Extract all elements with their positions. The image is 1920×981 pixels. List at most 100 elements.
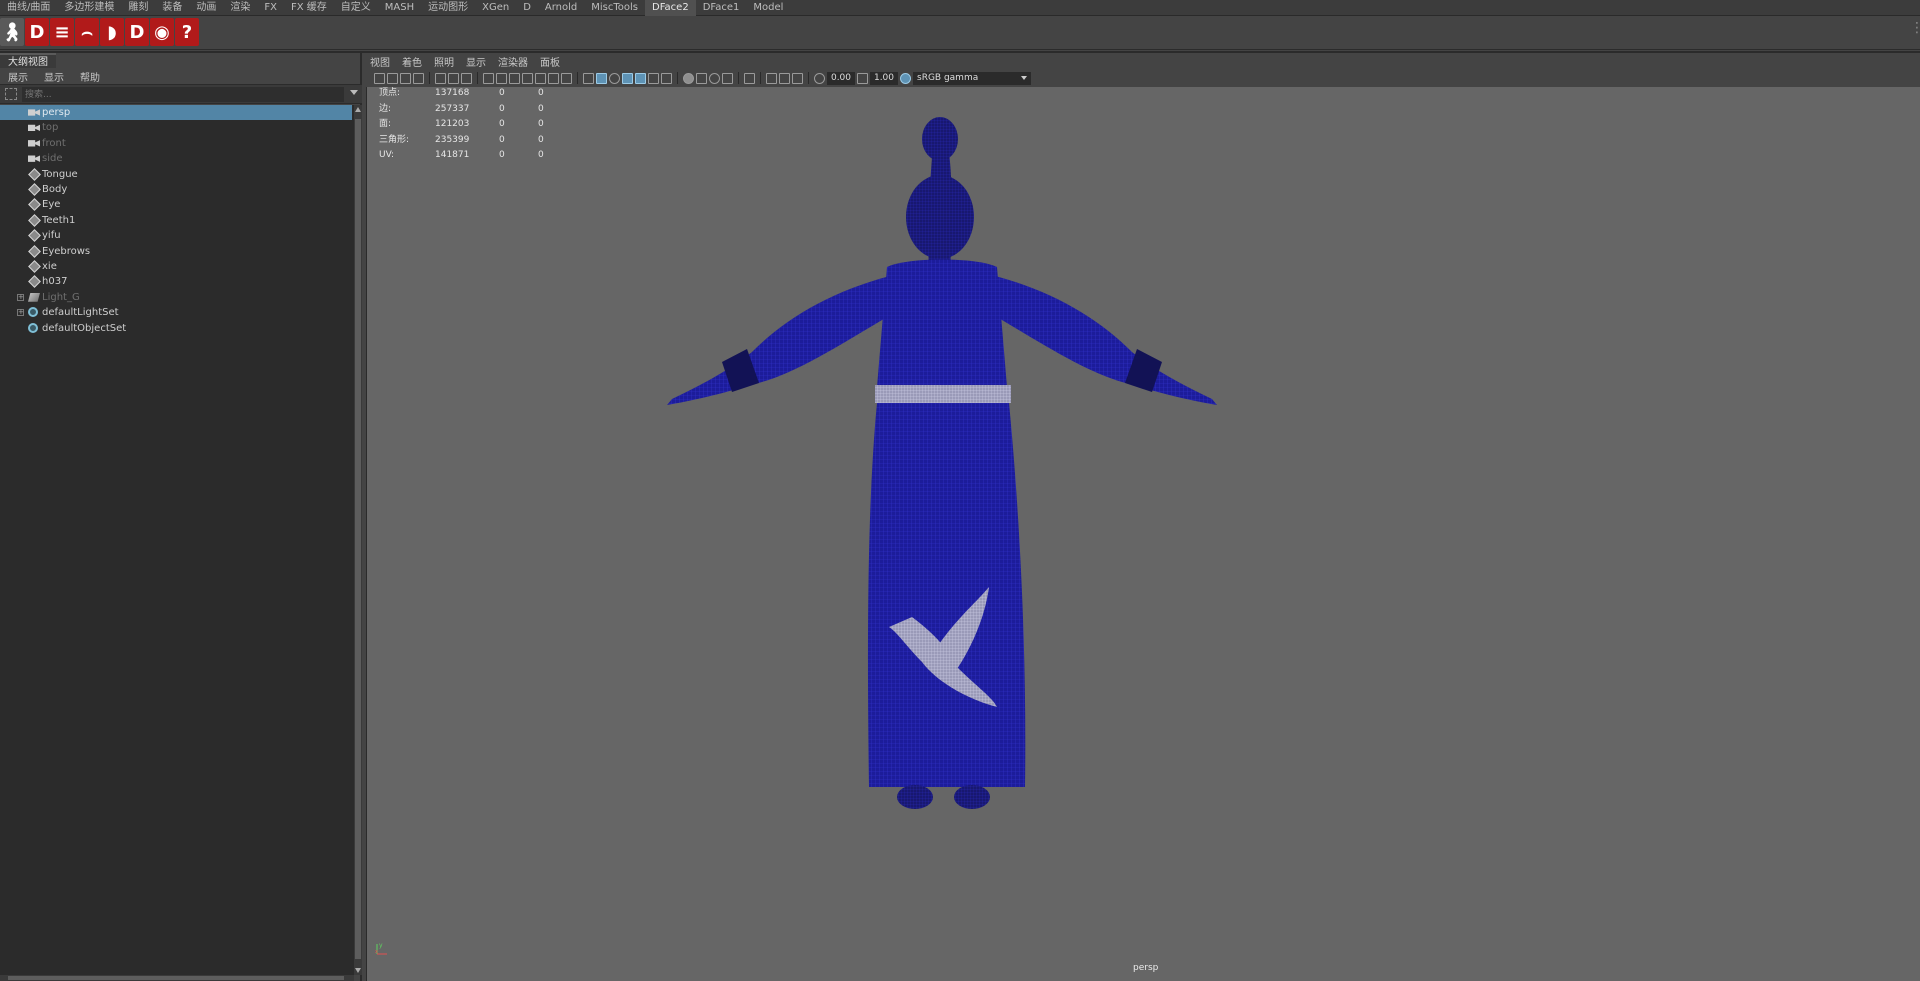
gate-mask-icon[interactable]	[522, 72, 533, 84]
shelf-tab[interactable]: Arnold	[538, 0, 584, 16]
outliner-item-tongue[interactable]: Tongue	[0, 167, 352, 182]
shelf-tab[interactable]: 雕刻	[121, 0, 155, 16]
grease-pencil-icon[interactable]	[435, 72, 446, 84]
help-icon[interactable]: ?	[175, 18, 199, 46]
shelf-tab[interactable]: 曲线/曲面	[0, 0, 57, 16]
shadows-icon[interactable]	[661, 72, 672, 84]
shelf-tab[interactable]: MASH	[378, 0, 421, 16]
outliner-item-teeth1[interactable]: Teeth1	[0, 213, 352, 228]
anti-aliasing-icon[interactable]	[709, 72, 720, 84]
outliner-item-body[interactable]: Body	[0, 182, 352, 197]
shelf-tab[interactable]: 装备	[155, 0, 189, 16]
color-management-icon[interactable]	[900, 72, 911, 84]
scroll-thumb[interactable]	[355, 119, 361, 959]
outliner-item-side[interactable]: side	[0, 151, 352, 166]
shelf-tab[interactable]: D	[516, 0, 538, 16]
textured-icon[interactable]	[635, 72, 646, 84]
lips-icon[interactable]: ◗	[100, 18, 124, 46]
outliner-item-xie[interactable]: xie	[0, 259, 352, 274]
shelf-tab[interactable]: 运动图形	[421, 0, 475, 16]
outliner-item-front[interactable]: front	[0, 136, 352, 151]
grid-icon[interactable]	[483, 72, 494, 84]
outliner-item-label: side	[42, 153, 63, 165]
smooth-shade-icon[interactable]	[596, 72, 607, 84]
scroll-up-icon[interactable]	[355, 107, 361, 112]
safe-title-icon[interactable]	[561, 72, 572, 84]
shelf-tab[interactable]: FX 缓存	[284, 0, 334, 16]
select-icon[interactable]	[5, 88, 17, 100]
shelf-tab[interactable]: Model	[746, 0, 790, 16]
film-gate-icon[interactable]	[496, 72, 507, 84]
default-material-icon[interactable]	[609, 72, 620, 84]
scroll-down-icon[interactable]	[355, 968, 361, 973]
exposure-icon[interactable]	[814, 72, 825, 84]
d-mouth-icon[interactable]: D	[125, 18, 149, 46]
shelf-tab[interactable]: DFace2	[645, 0, 696, 16]
outliner-item-h037[interactable]: h037	[0, 274, 352, 289]
viewport-menu-item[interactable]: 显示	[460, 54, 492, 69]
depth-of-field-icon[interactable]	[722, 72, 733, 84]
outliner-menu-item[interactable]: 帮助	[72, 69, 108, 84]
outliner-item-defaultlightset[interactable]: + defaultLightSet	[0, 305, 352, 320]
outliner-item-yifu[interactable]: yifu	[0, 228, 352, 243]
shelf-tab[interactable]: 多边形建模	[57, 0, 121, 16]
lines-icon[interactable]: ≡	[50, 18, 74, 46]
bookmark-icon[interactable]	[400, 72, 411, 84]
outliner-vertical-scrollbar[interactable]	[354, 105, 362, 975]
shelf-tab[interactable]: 自定义	[334, 0, 378, 16]
shelf-tab[interactable]: 渲染	[223, 0, 257, 16]
wireframe-on-shaded-icon[interactable]	[622, 72, 633, 84]
viewport-menu-item[interactable]: 面板	[534, 54, 566, 69]
motion-blur-icon[interactable]	[696, 72, 707, 84]
shelf-tab[interactable]: DFace1	[696, 0, 747, 16]
outliner-item-defaultobjectset[interactable]: defaultObjectSet	[0, 321, 352, 336]
curve-icon[interactable]: ⌢	[75, 18, 99, 46]
d-logo-icon[interactable]: D	[25, 18, 49, 46]
shelf-tab[interactable]: MiscTools	[584, 0, 645, 16]
viewport-menu-item[interactable]: 渲染器	[492, 54, 534, 69]
camera-attributes-icon[interactable]	[387, 72, 398, 84]
shelf-tab[interactable]: FX	[257, 0, 284, 16]
chevron-down-icon[interactable]	[350, 90, 358, 95]
viewport-menu-item[interactable]: 着色	[396, 54, 428, 69]
outliner-item-top[interactable]: top	[0, 120, 352, 135]
xray-joints-icon[interactable]	[779, 72, 790, 84]
color-space-select[interactable]: sRGB gamma	[913, 71, 1031, 85]
expand-icon[interactable]: +	[17, 293, 24, 301]
viewport-menu-item[interactable]: 视图	[364, 54, 396, 69]
outliner-menu-item[interactable]: 显示	[36, 69, 72, 84]
3d-viewport[interactable]: 顶点: 137168 0 0 边: 257337 0 0 面: 121203 0 0 三角形: 23539…	[366, 87, 1920, 981]
gamma-icon[interactable]	[857, 72, 868, 84]
viewport-menu-item[interactable]: 照明	[428, 54, 460, 69]
shelf-scroll-handle[interactable]: ⋮	[1910, 20, 1920, 46]
xray-icon[interactable]	[766, 72, 777, 84]
xray-active-icon[interactable]	[792, 72, 803, 84]
gamma-field[interactable]: 1.00	[870, 71, 898, 85]
resolution-gate-icon[interactable]	[509, 72, 520, 84]
search-input[interactable]	[22, 87, 344, 102]
safe-action-icon[interactable]	[548, 72, 559, 84]
outliner-item-light-g[interactable]: + Light_G	[0, 290, 352, 305]
scroll-thumb[interactable]	[8, 976, 344, 980]
d-badge-icon[interactable]: ◉	[150, 18, 174, 46]
use-lights-icon[interactable]	[648, 72, 659, 84]
shelf-tab[interactable]: 动画	[189, 0, 223, 16]
pen-icon[interactable]	[461, 72, 472, 84]
image-plane-icon[interactable]	[413, 72, 424, 84]
screen-space-ao-icon[interactable]	[683, 72, 694, 84]
exposure-field[interactable]: 0.00	[827, 71, 855, 85]
field-chart-icon[interactable]	[535, 72, 546, 84]
outliner-item-eyebrows[interactable]: Eyebrows	[0, 244, 352, 259]
outliner-horizontal-scrollbar[interactable]	[0, 975, 354, 981]
2d-pan-icon[interactable]	[448, 72, 459, 84]
shelf-tab[interactable]: XGen	[475, 0, 516, 16]
isolate-select-icon[interactable]	[744, 72, 755, 84]
mesh-icon	[28, 262, 40, 271]
outliner-item-eye[interactable]: Eye	[0, 197, 352, 212]
outliner-item-persp[interactable]: persp	[0, 105, 352, 120]
outliner-menu-item[interactable]: 展示	[0, 69, 36, 84]
expand-icon[interactable]: +	[17, 309, 24, 317]
figure-icon[interactable]: 🚶︎	[0, 18, 24, 46]
wireframe-icon[interactable]	[583, 72, 594, 84]
camera-select-icon[interactable]	[374, 72, 385, 84]
